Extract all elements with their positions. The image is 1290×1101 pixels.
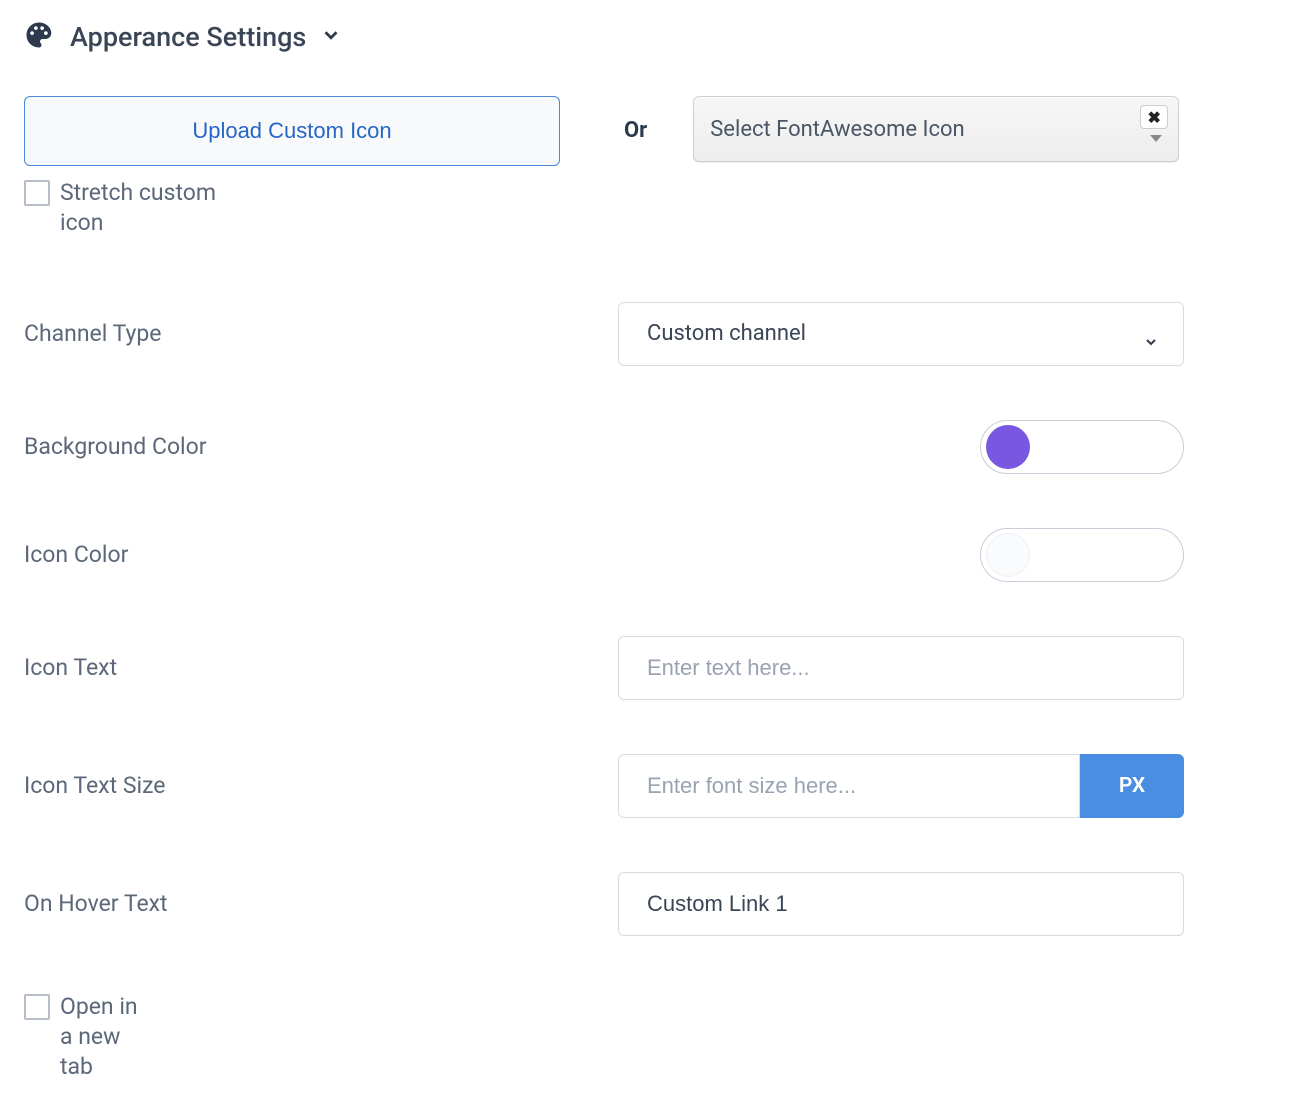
icon-color-picker[interactable]: [980, 528, 1184, 582]
stretch-custom-icon-checkbox[interactable]: [24, 180, 50, 206]
chevron-down-icon: [322, 24, 342, 50]
icon-color-swatch: [986, 533, 1030, 577]
px-unit-addon: PX: [1080, 754, 1184, 818]
background-color-label: Background Color: [24, 433, 618, 460]
close-icon: ✖: [1148, 108, 1161, 127]
open-new-tab-label: Open in a new tab: [60, 992, 144, 1082]
caret-down-icon: [1150, 135, 1162, 142]
on-hover-text-label: On Hover Text: [24, 890, 618, 917]
open-new-tab-checkbox[interactable]: [24, 994, 50, 1020]
icon-color-label: Icon Color: [24, 541, 618, 568]
background-color-picker[interactable]: [980, 420, 1184, 474]
palette-icon: [24, 20, 54, 54]
icon-text-size-input[interactable]: [618, 754, 1080, 818]
fontawesome-clear-button[interactable]: ✖: [1140, 105, 1168, 129]
icon-text-size-label: Icon Text Size: [24, 772, 618, 799]
channel-type-value: Custom channel: [647, 321, 806, 346]
icon-text-input[interactable]: [618, 636, 1184, 700]
on-hover-text-input[interactable]: [618, 872, 1184, 936]
channel-type-label: Channel Type: [24, 320, 618, 347]
section-header[interactable]: Apperance Settings: [24, 20, 1266, 54]
icon-text-label: Icon Text: [24, 654, 618, 681]
fontawesome-icon-select[interactable]: Select FontAwesome Icon ✖: [693, 96, 1179, 162]
upload-custom-icon-button[interactable]: Upload Custom Icon: [24, 96, 560, 166]
channel-type-select[interactable]: Custom channel: [618, 302, 1184, 366]
fontawesome-placeholder: Select FontAwesome Icon: [710, 117, 964, 142]
background-color-swatch: [986, 425, 1030, 469]
or-label: Or: [624, 118, 647, 143]
section-title: Apperance Settings: [70, 21, 306, 53]
stretch-custom-icon-label: Stretch custom icon: [60, 178, 264, 238]
